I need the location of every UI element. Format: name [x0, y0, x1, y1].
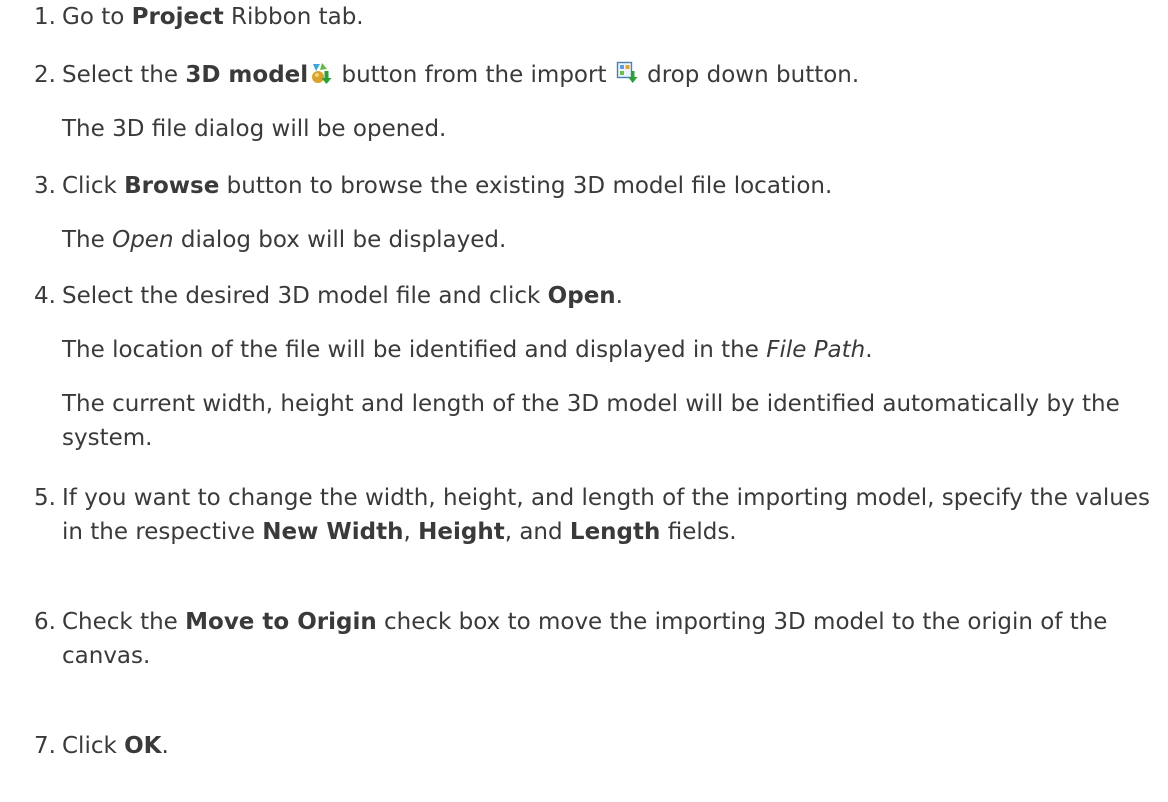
step-text: If you want to change the width, height,… — [62, 485, 1150, 545]
step-6: 6. Check the Move to Origin check box to… — [0, 605, 1168, 673]
italic-term: File Path — [766, 337, 866, 363]
step-text: Click OK. — [62, 733, 169, 759]
bold-term: Height — [418, 519, 505, 545]
step-result-text: The 3D file dialog will be opened. — [62, 116, 447, 142]
step-2: 2. Select the 3D model button from the i… — [0, 58, 865, 146]
italic-term: Open — [112, 227, 174, 253]
bold-term: Browse — [124, 173, 220, 199]
step-result-text: The location of the file will be identif… — [62, 337, 873, 363]
step-number: 4. — [34, 283, 56, 309]
bold-term: 3D model — [185, 62, 309, 88]
3d-model-icon — [310, 61, 332, 85]
step-number: 3. — [34, 173, 56, 199]
step-1: 1. Go to Project Ribbon tab. — [0, 0, 370, 34]
step-result-text: The Open dialog box will be displayed. — [62, 227, 507, 253]
bold-term: New Width — [262, 519, 404, 545]
bold-term: Project — [131, 4, 224, 30]
step-7: 7. Click OK. — [0, 729, 175, 763]
step-5: 5. If you want to change the width, heig… — [0, 481, 1168, 549]
step-text: Check the Move to Origin check box to mo… — [62, 609, 1108, 669]
step-text: Select the 3D model button from the impo… — [62, 61, 860, 88]
step-4: 4. Select the desired 3D model file and … — [0, 279, 1168, 455]
bold-term: OK — [124, 733, 162, 759]
step-3: 3. Click Browse button to browse the exi… — [0, 169, 838, 257]
import-icon — [616, 61, 638, 85]
step-result-text: The current width, height and length of … — [62, 391, 1120, 451]
bold-term: Length — [569, 519, 661, 545]
step-text: Select the desired 3D model file and cli… — [62, 283, 623, 309]
step-number: 7. — [34, 733, 56, 759]
bold-term: Move to Origin — [185, 609, 377, 635]
step-number: 5. — [34, 485, 56, 511]
step-number: 1. — [34, 4, 56, 30]
step-number: 2. — [34, 62, 56, 88]
bold-term: Open — [547, 283, 616, 309]
step-number: 6. — [34, 609, 56, 635]
step-text: Go to Project Ribbon tab. — [62, 4, 364, 30]
step-text: Click Browse button to browse the existi… — [62, 173, 833, 199]
